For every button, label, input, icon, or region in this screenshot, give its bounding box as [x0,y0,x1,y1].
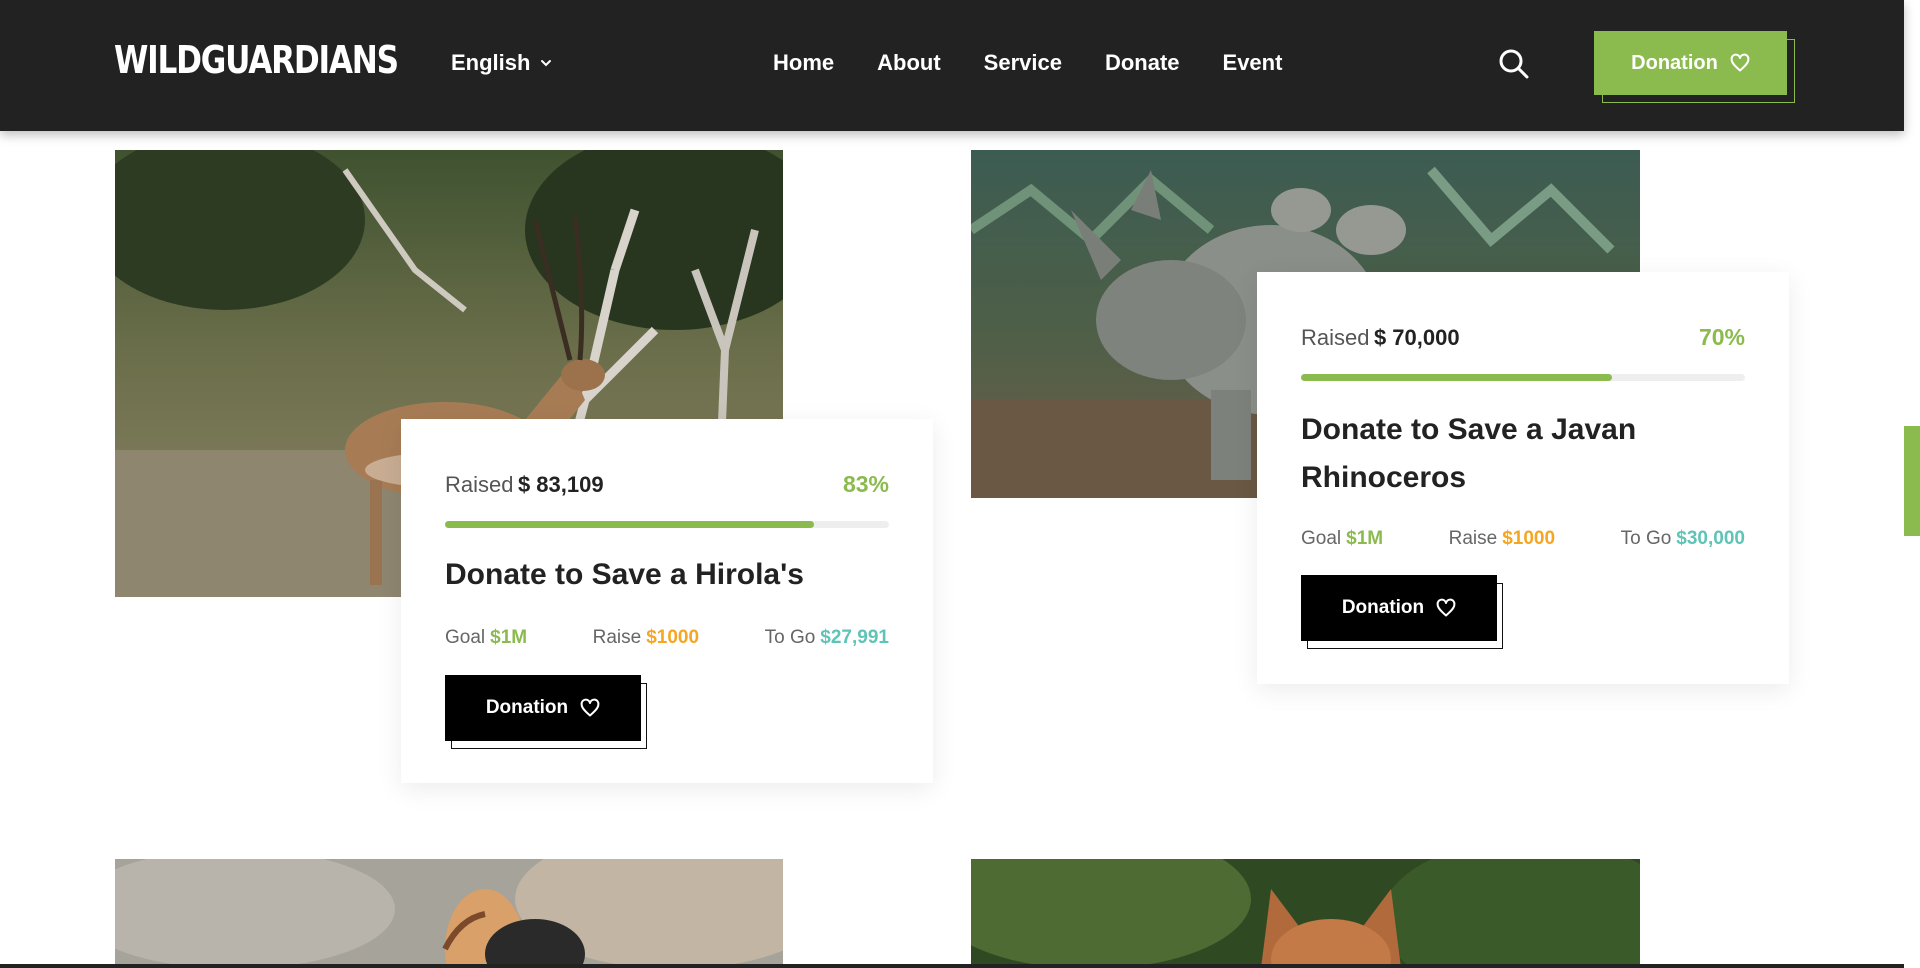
goal-label: Goal [1301,528,1342,549]
raise-label: Raise [1448,528,1498,549]
togo-value: $30,000 [1676,528,1745,549]
stat-raise: Raise $1000 [593,627,699,649]
raise-value: $1000 [646,627,700,648]
togo-value: $27,991 [820,627,889,648]
search-icon[interactable] [1498,48,1530,80]
donation-button[interactable]: Donation [1301,575,1497,641]
donation-button-wrap: Donation [445,675,647,749]
raised-amount: $ 83,109 [517,472,604,497]
bottom-border [0,964,1904,968]
scrollbar-thumb[interactable] [1904,426,1920,536]
donation-button[interactable]: Donation [445,675,641,741]
nav-service[interactable]: Service [984,50,1062,76]
raised-row: Raised $ 83,109 83% [445,471,889,498]
site-logo[interactable]: WILDGUARDIANS [114,38,399,82]
language-label: English [451,50,531,75]
header-donation-wrap: Donation [1594,31,1795,103]
page: WILDGUARDIANS English Home About Service… [0,0,1920,968]
stat-raise: Raise $1000 [1449,528,1555,550]
nav-donate[interactable]: Donate [1105,50,1180,76]
goal-value: $1M [1346,528,1384,549]
stat-goal: Goal $1M [445,627,527,649]
campaign-card-rhino: Raised $ 70,000 70% Donate to Save a Jav… [1257,272,1789,684]
stat-togo: To Go $27,991 [765,627,889,649]
raised-label: Raised [445,472,514,497]
header-donation-label: Donation [1631,51,1718,74]
nav-home[interactable]: Home [773,50,834,76]
progress-percent: 70% [1698,324,1745,350]
raise-value: $1000 [1502,528,1556,549]
raised-amount: $ 70,000 [1373,325,1460,350]
main-nav: Home About Service Donate Event [773,50,1282,76]
goal-value: $1M [490,627,528,648]
heart-icon [580,698,600,717]
progress-fill [445,521,814,528]
chevron-down-icon [541,60,552,67]
campaign-stats: Goal $1M Raise $1000 To Go $27,991 [445,627,889,649]
raised-row: Raised $ 70,000 70% [1301,324,1745,351]
raise-label: Raise [592,627,642,648]
language-selector[interactable]: English [451,50,552,76]
campaign-image-vulture [115,859,783,968]
togo-label: To Go [764,627,816,648]
campaign-title[interactable]: Donate to Save a Javan Rhinoceros [1301,406,1661,502]
goal-label: Goal [445,627,486,648]
progress-percent: 83% [842,471,889,497]
header-donation-button[interactable]: Donation [1594,31,1787,95]
stat-togo: To Go $30,000 [1621,528,1745,550]
raised-label: Raised [1301,325,1370,350]
donation-button-wrap: Donation [1301,575,1503,649]
heart-icon [1730,53,1750,72]
donation-label: Donation [1341,597,1425,618]
site-header: WILDGUARDIANS English Home About Service… [0,0,1904,131]
campaign-image-wolf [971,859,1640,968]
progress-bar [445,521,889,528]
campaign-title[interactable]: Donate to Save a Hirola's [445,551,903,599]
progress-bar [1301,374,1745,381]
campaign-card-hirola: Raised $ 83,109 83% Donate to Save a Hir… [401,419,933,783]
progress-fill [1301,374,1612,381]
nav-about[interactable]: About [877,50,941,76]
togo-label: To Go [1620,528,1672,549]
campaign-stats: Goal $1M Raise $1000 To Go $30,000 [1301,528,1745,550]
nav-event[interactable]: Event [1223,50,1283,76]
heart-icon [1436,598,1456,617]
stat-goal: Goal $1M [1301,528,1383,550]
donation-label: Donation [485,697,569,718]
